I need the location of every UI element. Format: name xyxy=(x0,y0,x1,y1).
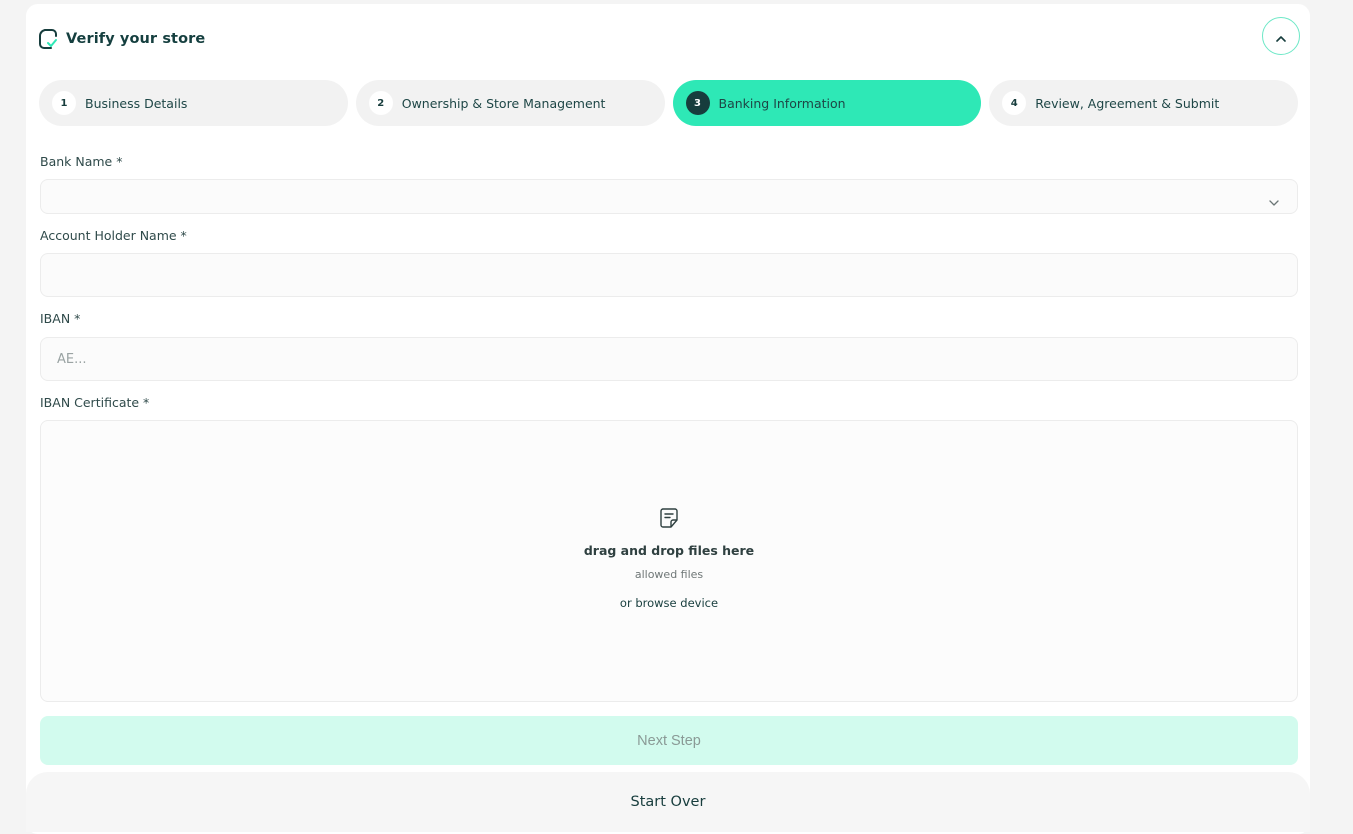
store-check-icon xyxy=(38,28,58,50)
iban-field xyxy=(40,337,1298,381)
iban-certificate-label: IBAN Certificate * xyxy=(40,395,150,410)
stepper: 1 Business Details 2 Ownership & Store M… xyxy=(39,80,1298,126)
dropzone-content: drag and drop files here allowed files o… xyxy=(41,507,1297,610)
allowed-files-text: allowed files xyxy=(634,568,704,581)
dropzone-title: drag and drop files here xyxy=(583,543,755,558)
bank-name-select[interactable] xyxy=(40,179,1298,214)
start-over-label: Start Over xyxy=(630,794,706,810)
bank-name-label: Bank Name * xyxy=(40,154,123,169)
browse-device-link[interactable]: or browse device xyxy=(620,596,718,610)
step-label: Business Details xyxy=(85,95,188,111)
verify-store-card: Verify your store 1 Business Details 2 O… xyxy=(26,4,1310,834)
step-label: Ownership & Store Management xyxy=(401,95,606,111)
file-icon xyxy=(659,507,679,533)
page-title: Verify your store xyxy=(66,31,206,47)
step-business-details[interactable]: 1 Business Details xyxy=(39,80,348,126)
step-number: 4 xyxy=(1002,91,1027,115)
step-banking-information[interactable]: 3 Banking Information xyxy=(672,80,982,126)
collapse-button[interactable] xyxy=(1262,17,1300,55)
step-number: 1 xyxy=(52,91,76,115)
chevron-up-icon xyxy=(1276,27,1286,46)
chevron-down-icon xyxy=(1269,191,1279,210)
step-label: Review, Agreement & Submit xyxy=(1035,95,1220,111)
iban-input[interactable] xyxy=(41,338,1297,380)
account-holder-input[interactable] xyxy=(41,254,1297,296)
step-ownership-store-management[interactable]: 2 Ownership & Store Management xyxy=(355,80,665,126)
step-review-agreement-submit[interactable]: 4 Review, Agreement & Submit xyxy=(989,80,1298,126)
step-label: Banking Information xyxy=(718,95,846,111)
step-number: 3 xyxy=(685,91,710,115)
card-header: Verify your store xyxy=(38,22,205,56)
next-step-button[interactable]: Next Step xyxy=(40,716,1298,765)
start-over-button[interactable]: Start Over xyxy=(26,772,1310,832)
account-holder-label: Account Holder Name * xyxy=(40,228,187,243)
step-number: 2 xyxy=(368,91,393,115)
account-holder-field xyxy=(40,253,1298,297)
iban-label: IBAN * xyxy=(40,311,81,326)
iban-certificate-dropzone[interactable]: drag and drop files here allowed files o… xyxy=(40,420,1298,702)
bank-name-value[interactable] xyxy=(41,180,1297,213)
